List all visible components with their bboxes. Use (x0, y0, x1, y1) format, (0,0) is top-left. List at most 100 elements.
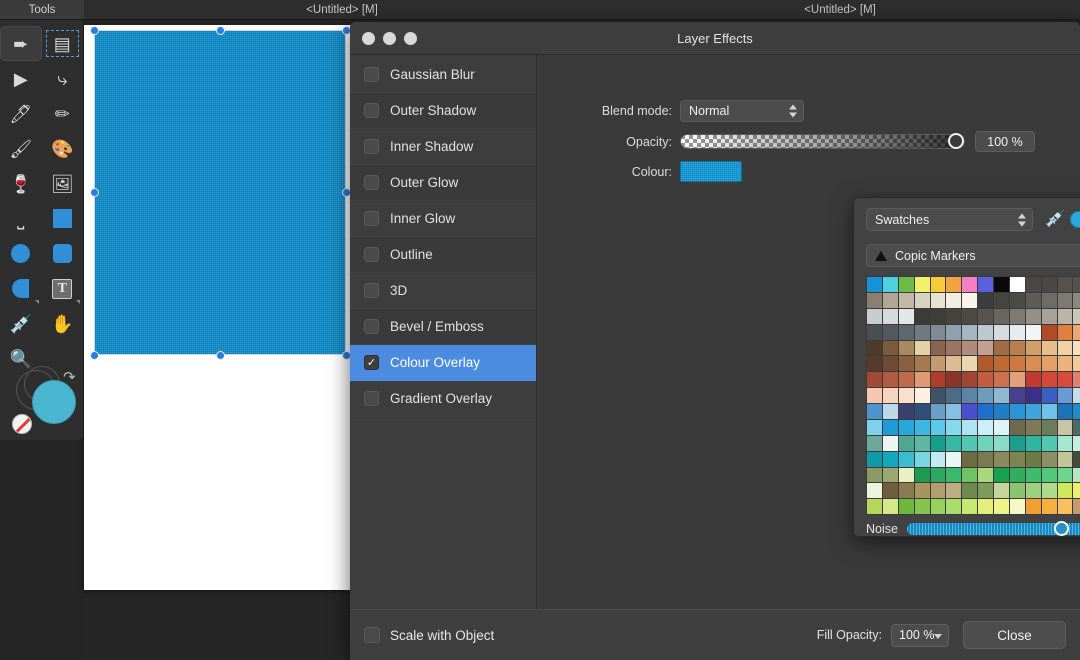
swatch-cell[interactable] (867, 419, 882, 435)
swatch-cell[interactable] (1041, 499, 1057, 515)
swatch-cell[interactable] (898, 372, 914, 388)
swatch-cell[interactable] (962, 451, 978, 467)
swatch-cell[interactable] (1073, 419, 1080, 435)
selection-handle-bottom-center[interactable] (215, 350, 225, 360)
swatch-cell[interactable] (882, 277, 898, 292)
swatch-cell[interactable] (994, 499, 1009, 515)
effect-checkbox[interactable] (364, 67, 379, 82)
swatch-cell[interactable] (1041, 388, 1057, 403)
swatch-cell[interactable] (1073, 308, 1080, 324)
swatch-cell[interactable] (930, 499, 946, 515)
swatch-cell[interactable] (1009, 404, 1025, 419)
swatch-cell[interactable] (867, 277, 882, 292)
swatch-cell[interactable] (867, 388, 882, 403)
swatch-cell[interactable] (898, 435, 914, 451)
swatch-cell[interactable] (1025, 419, 1041, 435)
swatch-cell[interactable] (962, 388, 978, 403)
effect-item-gaussian-blur[interactable]: Gaussian Blur (350, 57, 536, 93)
swatch-cell[interactable] (1073, 467, 1080, 483)
document-titlebar-2[interactable]: <Untitled> [M] (600, 0, 1080, 20)
layer-effects-dialog[interactable]: Layer Effects Gaussian Blur Outer Shadow… (350, 22, 1080, 660)
effect-checkbox[interactable] (364, 139, 379, 154)
swatch-cell[interactable] (1009, 372, 1025, 388)
swatch-cell[interactable] (1025, 451, 1041, 467)
swatch-cell[interactable] (898, 467, 914, 483)
effect-checkbox[interactable] (364, 283, 379, 298)
swatch-cell[interactable] (1073, 372, 1080, 388)
chevron-down-icon[interactable] (934, 633, 942, 639)
swatch-cell[interactable] (1057, 499, 1073, 515)
stepper-icon[interactable] (1018, 213, 1026, 226)
swatch-cell[interactable] (1041, 483, 1057, 499)
swatch-cell[interactable] (978, 419, 993, 435)
swatch-cell[interactable] (1025, 404, 1041, 419)
swatch-cell[interactable] (978, 404, 993, 419)
swatch-cell[interactable] (867, 292, 882, 308)
effect-checkbox[interactable] (364, 211, 379, 226)
swatch-cell[interactable] (1025, 340, 1041, 356)
move-tool[interactable]: ➨ (0, 26, 42, 61)
swatch-cell[interactable] (930, 277, 946, 292)
swatch-grid[interactable] (866, 276, 1080, 516)
swatch-cell[interactable] (882, 324, 898, 340)
swatch-cell[interactable] (994, 372, 1009, 388)
swatch-cell[interactable] (1057, 419, 1073, 435)
swatch-cell[interactable] (882, 356, 898, 372)
swatch-cell[interactable] (882, 483, 898, 499)
swatch-cell[interactable] (1009, 419, 1025, 435)
swatch-cell[interactable] (867, 308, 882, 324)
swatch-cell[interactable] (930, 356, 946, 372)
colour-swatch-button[interactable] (680, 161, 742, 182)
text-tool[interactable]: T (42, 271, 84, 306)
swatch-cell[interactable] (1025, 467, 1041, 483)
effect-item-outer-shadow[interactable]: Outer Shadow (350, 93, 536, 129)
swatch-cell[interactable] (930, 292, 946, 308)
swatch-cell[interactable] (946, 467, 962, 483)
effect-item-bevel-emboss[interactable]: Bevel / Emboss (350, 309, 536, 345)
paint-brush-tool[interactable]: 🖌 (0, 131, 42, 166)
tools-panel-titlebar[interactable]: Tools (0, 0, 84, 20)
swatch-cell[interactable] (867, 467, 882, 483)
swatch-cell[interactable] (1041, 308, 1057, 324)
swatch-cell[interactable] (898, 324, 914, 340)
close-window-button[interactable] (362, 32, 375, 45)
swatch-cell[interactable] (946, 404, 962, 419)
swatch-cell[interactable] (914, 388, 930, 403)
swatch-cell[interactable] (1041, 451, 1057, 467)
colour-wheel-tool[interactable]: 🎨 (42, 131, 84, 166)
swatch-cell[interactable] (962, 277, 978, 292)
stepper-icon[interactable] (789, 104, 797, 118)
swatch-cell[interactable] (1009, 340, 1025, 356)
pie-tool[interactable] (0, 271, 42, 306)
swatch-cell[interactable] (994, 324, 1009, 340)
swatch-cell[interactable] (1073, 324, 1080, 340)
swatch-cell[interactable] (994, 451, 1009, 467)
swatch-cell[interactable] (962, 340, 978, 356)
swatch-cell[interactable] (930, 388, 946, 403)
swatch-cell[interactable] (994, 277, 1009, 292)
swatch-cell[interactable] (946, 435, 962, 451)
swatch-cell[interactable] (946, 308, 962, 324)
swatch-cell[interactable] (930, 340, 946, 356)
swatch-cell[interactable] (978, 340, 993, 356)
swatch-cell[interactable] (946, 372, 962, 388)
hand-tool[interactable]: ✋ (42, 306, 84, 341)
selection-handle-bottom-left[interactable] (89, 350, 99, 360)
swatch-cell[interactable] (1073, 435, 1080, 451)
swatch-cell[interactable] (994, 467, 1009, 483)
swatch-cell[interactable] (978, 435, 993, 451)
swatch-cell[interactable] (1057, 435, 1073, 451)
swatch-cell[interactable] (994, 483, 1009, 499)
corner-tool[interactable]: ⤷ (42, 61, 84, 96)
effect-item-colour-overlay[interactable]: ✓ Colour Overlay (350, 345, 536, 381)
swatch-cell[interactable] (1009, 324, 1025, 340)
rectangle-tool[interactable] (42, 201, 84, 236)
swatch-source-select[interactable]: Swatches (866, 208, 1033, 231)
swatch-cell[interactable] (1025, 277, 1041, 292)
swatch-cell[interactable] (978, 372, 993, 388)
swatch-cell[interactable] (914, 451, 930, 467)
swatch-cell[interactable] (962, 483, 978, 499)
opacity-slider-knob[interactable] (948, 133, 964, 149)
dialog-titlebar[interactable]: Layer Effects (350, 22, 1080, 55)
swatch-cell[interactable] (962, 467, 978, 483)
